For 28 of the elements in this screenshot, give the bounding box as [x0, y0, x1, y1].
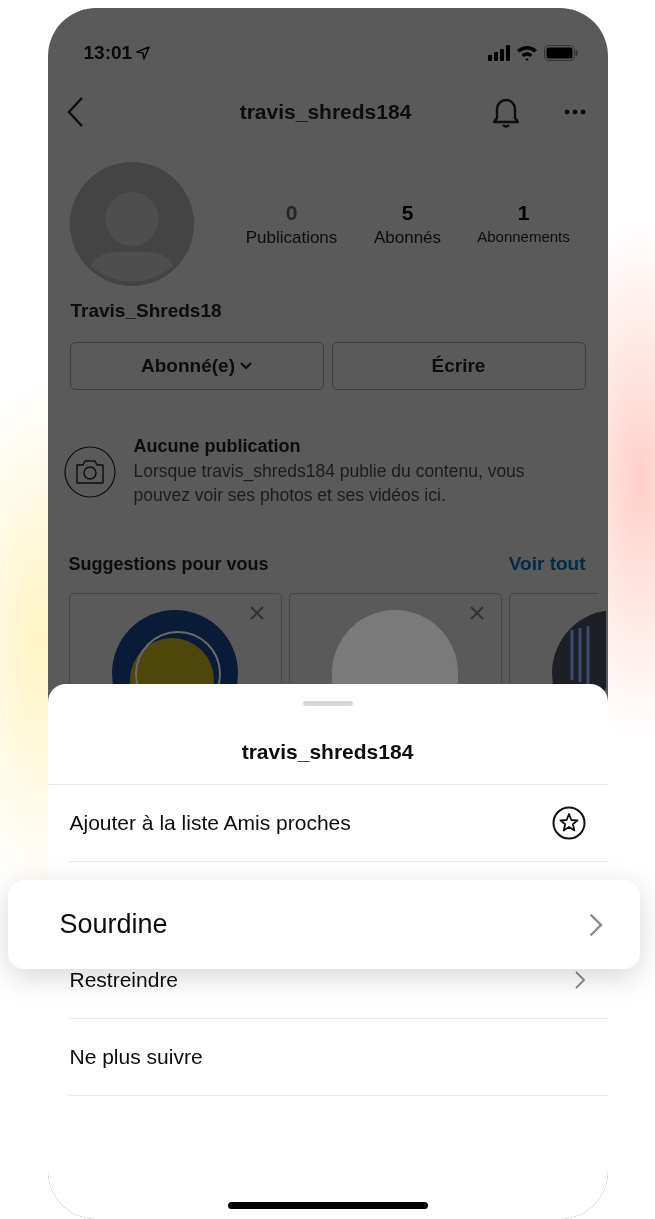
menu-item[interactable]: Sourdine: [7, 880, 640, 969]
menu-item[interactable]: Ne plus suivre: [47, 1019, 608, 1095]
menu-item[interactable]: Ajouter à la liste Amis proches: [47, 785, 608, 861]
display-name: Travis_Shreds18: [69, 299, 223, 322]
more-options-icon[interactable]: [563, 109, 586, 115]
stat-label: Abonnements: [477, 227, 570, 245]
close-icon[interactable]: [249, 606, 264, 620]
stat-count: 1: [517, 200, 530, 225]
signal-icon: [487, 45, 510, 61]
battery-icon: [543, 45, 578, 61]
empty-state-title: Aucune publication: [133, 436, 302, 457]
sheet-title: travis_shreds184: [241, 740, 414, 764]
empty-state-text: Lorsque travis_shreds184 publie du contenu, vous pouvez voir ses photos et ses vidéos ici.: [133, 460, 526, 507]
stat-label: Publications: [245, 227, 338, 248]
section-title: Suggestions pour vous: [68, 553, 269, 575]
sheet-handle[interactable]: [302, 701, 353, 706]
status-time: 13:01: [83, 42, 151, 64]
chevron-right-icon: [573, 970, 586, 990]
stat-count: 5: [401, 200, 414, 225]
caret-icon: [239, 362, 252, 370]
location-arrow-icon: [136, 46, 151, 60]
camera-icon: [63, 445, 116, 498]
chevron-right-icon: [587, 911, 604, 938]
profile-username-title: travis_shreds184: [239, 100, 412, 124]
stat-label: Abonnés: [373, 227, 442, 248]
wifi-icon: [515, 45, 538, 61]
close-icon[interactable]: [469, 606, 484, 620]
back-icon[interactable]: [65, 96, 84, 128]
